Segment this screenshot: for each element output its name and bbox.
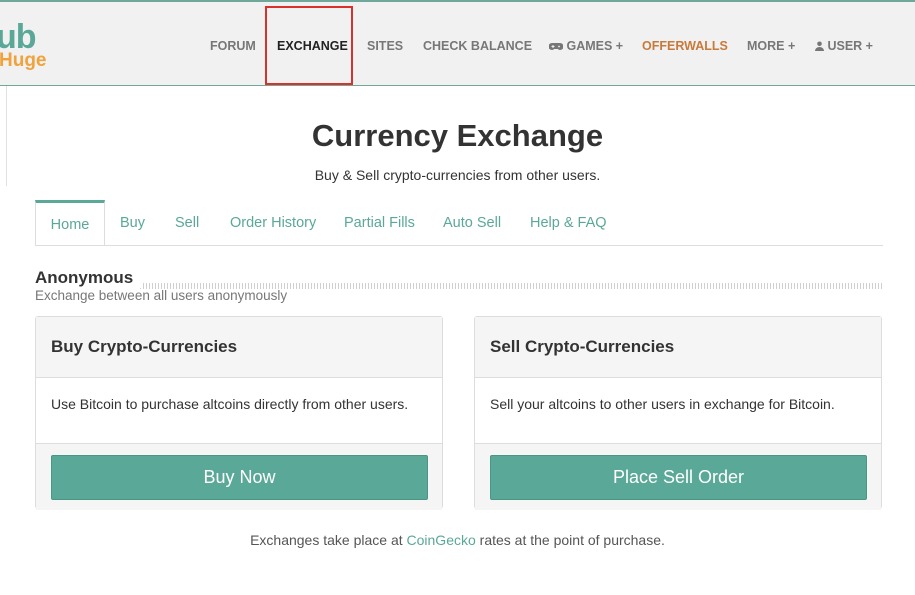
nav-user[interactable]: USER + bbox=[815, 39, 873, 53]
nav-user-label: USER + bbox=[827, 39, 873, 53]
tab-help-faq[interactable]: Help & FAQ bbox=[530, 201, 607, 245]
page-title: Currency Exchange bbox=[311, 118, 604, 153]
footnote-after: rates at the point of purchase. bbox=[475, 532, 665, 548]
gamepad-icon bbox=[548, 43, 564, 51]
footnote: Exchanges take place at CoinGecko rates … bbox=[0, 532, 915, 548]
tab-auto-sell[interactable]: Auto Sell bbox=[443, 201, 501, 245]
tab-buy[interactable]: Buy bbox=[120, 201, 145, 245]
top-navbar: ub Huge FORUM EXCHANGE SITES CHECK BALAN… bbox=[0, 0, 915, 86]
nav-exchange[interactable]: EXCHANGE bbox=[277, 39, 348, 53]
footnote-before: Exchanges take place at bbox=[250, 532, 407, 548]
nav-games-label: GAMES + bbox=[566, 39, 624, 53]
buy-card: Buy Crypto-Currencies Use Bitcoin to pur… bbox=[35, 316, 443, 510]
nav-forum[interactable]: FORUM bbox=[210, 39, 256, 53]
coingecko-link[interactable]: CoinGecko bbox=[407, 532, 476, 548]
nav-sites[interactable]: SITES bbox=[367, 39, 403, 53]
sell-card-title: Sell Crypto-Currencies bbox=[475, 317, 881, 378]
user-icon bbox=[815, 41, 824, 51]
buy-card-title: Buy Crypto-Currencies bbox=[36, 317, 442, 378]
place-sell-order-button[interactable]: Place Sell Order bbox=[490, 455, 867, 500]
nav-check-balance[interactable]: CHECK BALANCE bbox=[423, 39, 532, 53]
sell-card-description: Sell your altcoins to other users in exc… bbox=[475, 378, 881, 444]
section-title: Anonymous bbox=[35, 268, 142, 288]
tab-sell[interactable]: Sell bbox=[175, 201, 199, 245]
nav-more[interactable]: MORE + bbox=[747, 39, 795, 53]
sell-card: Sell Crypto-Currencies Sell your altcoin… bbox=[474, 316, 882, 510]
nav-games[interactable]: GAMES + bbox=[548, 39, 624, 53]
buy-now-button[interactable]: Buy Now bbox=[51, 455, 428, 500]
sell-card-footer: Place Sell Order bbox=[475, 444, 881, 510]
tab-home[interactable]: Home bbox=[35, 200, 105, 245]
main-nav: FORUM EXCHANGE SITES CHECK BALANCE GAMES… bbox=[0, 2, 915, 88]
exchange-tabs: Home Buy Sell Order History Partial Fill… bbox=[35, 200, 883, 246]
page-subtitle: Buy & Sell crypto-currencies from other … bbox=[314, 167, 601, 183]
buy-card-description: Use Bitcoin to purchase altcoins directl… bbox=[36, 378, 442, 444]
section-subtitle: Exchange between all users anonymously bbox=[35, 288, 288, 303]
nav-offerwalls[interactable]: OFFERWALLS bbox=[642, 39, 728, 53]
tab-partial-fills[interactable]: Partial Fills bbox=[344, 201, 415, 245]
buy-card-footer: Buy Now bbox=[36, 444, 442, 510]
tab-order-history[interactable]: Order History bbox=[230, 201, 316, 245]
